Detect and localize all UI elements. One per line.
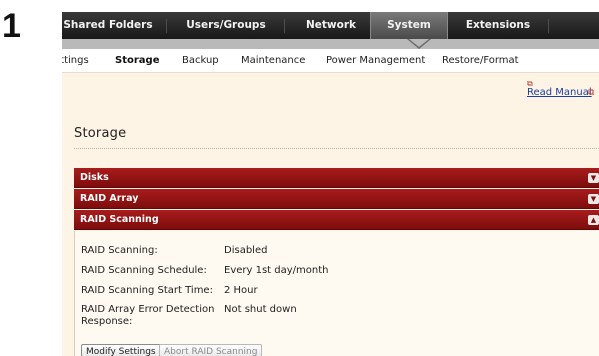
tab-system[interactable]: System [370,12,448,39]
external-link-icon[interactable]: ⧉ [588,88,594,98]
active-tab-caret-fill [409,39,429,47]
tab-shared-folders[interactable]: Shared Folders [62,12,154,39]
abort-raid-scanning-button[interactable]: Abort RAID Scanning [159,344,263,356]
raid-error-response-value: Not shut down [224,304,297,315]
subtab-maintenance[interactable]: Maintenance [241,49,305,73]
nav-divider [548,19,549,33]
nas-admin-screen: Shared Folders Users/Groups Network Syst… [62,12,599,356]
subnav-separator [62,39,599,49]
raid-scanning-value: Disabled [224,245,268,256]
system-subnav: ettings Storage Backup Maintenance Power… [62,49,599,73]
page-title: Storage [74,126,127,141]
expand-icon[interactable]: ▼ [588,194,599,204]
subtab-settings[interactable]: ettings [62,49,89,73]
modify-settings-button[interactable]: Modify Settings [81,344,161,356]
section-raid-scanning[interactable]: RAID Scanning ▲ [74,210,599,230]
tab-users-groups[interactable]: Users/Groups [180,12,272,39]
section-title: RAID Scanning [80,214,159,225]
raid-scanning-start-time-label: RAID Scanning Start Time: [81,285,213,296]
raid-scanning-start-time-value: 2 Hour [224,285,258,296]
nav-divider [166,19,167,33]
subtab-power-management[interactable]: Power Management [326,49,425,73]
storage-content: ⧉ Read Manual ⧉ Storage Disks ▼ RAID Arr… [62,73,599,356]
subtab-storage[interactable]: Storage [115,49,159,73]
nav-divider [284,19,285,33]
tab-extensions[interactable]: Extensions [452,12,544,39]
raid-scanning-schedule-label: RAID Scanning Schedule: [81,265,207,276]
raid-scanning-label: RAID Scanning: [81,245,158,256]
subtab-backup[interactable]: Backup [182,49,219,73]
raid-scanning-schedule-value: Every 1st day/month [224,265,329,276]
raid-error-response-label: RAID Array Error Detection Response: [81,304,215,327]
collapse-icon[interactable]: ▲ [588,215,599,225]
section-title: RAID Array [80,193,139,204]
title-divider [74,148,599,149]
section-raid-array[interactable]: RAID Array ▼ [74,189,599,209]
expand-icon[interactable]: ▼ [588,173,599,183]
subtab-restore-format[interactable]: Restore/Format [442,49,519,73]
tab-network[interactable]: Network [296,12,366,39]
section-title: Disks [80,172,109,183]
top-navigation-bar: Shared Folders Users/Groups Network Syst… [62,12,599,39]
raid-scanning-panel: RAID Scanning: Disabled RAID Scanning Sc… [74,231,599,356]
step-number: 1 [2,7,21,45]
read-manual-link[interactable]: Read Manual [527,87,592,98]
section-disks[interactable]: Disks ▼ [74,168,599,188]
